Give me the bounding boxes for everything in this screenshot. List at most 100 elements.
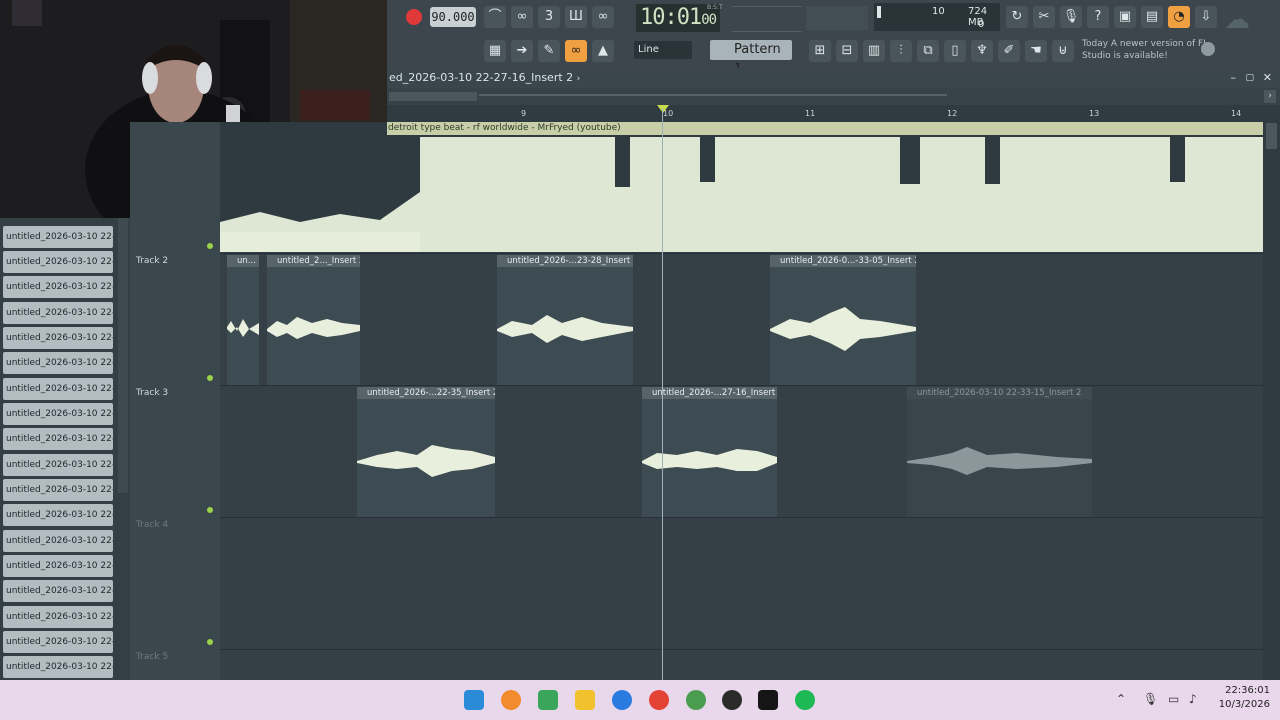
capcut-icon[interactable] (758, 690, 778, 710)
mixer-icon[interactable]: ⫶ (890, 40, 912, 62)
volume-icon[interactable]: ♪ (1189, 692, 1197, 706)
cart-icon[interactable]: ⊎ (1052, 40, 1074, 62)
fl-studio-app-icon[interactable] (501, 690, 521, 710)
picker-item[interactable]: untitled_2026-03-10 22-... (3, 251, 113, 273)
track-label-4[interactable]: Track 4 (136, 520, 168, 530)
track3-mute-icon[interactable] (207, 507, 213, 513)
network-icon[interactable]: ▭ (1168, 692, 1179, 706)
track-label-5[interactable]: Track 5 (136, 652, 168, 662)
tempo-display[interactable]: 90.000 (430, 7, 476, 27)
minimize-icon[interactable]: – (1231, 68, 1237, 88)
document-icon[interactable]: ▯ (944, 40, 966, 62)
picker-item[interactable]: untitled_2026-03-10 22-... (3, 606, 113, 628)
picker-item[interactable]: untitled_2026-03-10 22-... (3, 428, 113, 450)
live-icon[interactable]: ◔ (1168, 6, 1190, 28)
chrome-profile-icon[interactable] (686, 690, 706, 710)
browser-icon[interactable]: ⧉ (917, 40, 939, 62)
picker-item[interactable]: untitled_2026-03-10 22-... (3, 580, 113, 602)
picker-item[interactable]: untitled_2026-03-10 22-... (3, 454, 113, 476)
picker-item[interactable]: untitled_2026-03-10 22-... (3, 226, 113, 248)
snap-select[interactable]: Line (634, 41, 692, 59)
clip-waveform (497, 315, 633, 343)
audio-clip-t2b[interactable]: untitled_2..._Insert 2 (267, 255, 360, 385)
picker-item[interactable]: untitled_2026-03-10 22-... (3, 479, 113, 501)
scroll-thumb[interactable] (389, 92, 477, 101)
microphone-app-icon[interactable] (612, 690, 632, 710)
stamp-icon[interactable]: ▲ (592, 40, 614, 62)
playhead-marker-icon[interactable] (657, 105, 669, 113)
picker-item[interactable]: untitled_2026-03-10 22-... (3, 302, 113, 324)
audio-clip-beat[interactable] (220, 122, 1263, 252)
track1-mute-icon[interactable] (207, 243, 213, 249)
brush-icon[interactable]: ✐ (998, 40, 1020, 62)
link-icon[interactable]: ∞ (565, 40, 587, 62)
microphone-icon[interactable]: 🎙 (1060, 6, 1082, 28)
picker-item[interactable]: untitled_2026-03-10 22-... (3, 631, 113, 653)
plugin-icon[interactable]: ▤ (1141, 6, 1163, 28)
piano-icon[interactable]: ▥ (863, 40, 885, 62)
touch-icon[interactable]: ☚ (1025, 40, 1047, 62)
playlist-vertical-scrollbar[interactable] (1263, 105, 1280, 680)
plug-icon[interactable]: ♆ (971, 40, 993, 62)
playlist-grid[interactable]: un... untitled_2..._Insert 2 untitled_20… (220, 122, 1263, 680)
timeline-ruler[interactable]: 9 10 11 12 13 14 (387, 105, 1263, 122)
blend-notes-icon[interactable]: ∞ (592, 6, 614, 28)
help-icon[interactable]: ? (1087, 6, 1109, 28)
mic-tray-icon[interactable]: 🎙 (1143, 692, 1158, 706)
arrow-right-icon[interactable]: ➔ (511, 40, 533, 62)
playlist-horizontal-scrollbar[interactable]: › (387, 88, 1280, 105)
audio-clip-t2c[interactable]: untitled_2026-...23-28_Insert 2 (497, 255, 633, 385)
windows-start-icon[interactable] (464, 690, 484, 710)
track4-mute-icon[interactable] (207, 639, 213, 645)
channel-rack-icon[interactable]: ⊟ (836, 40, 858, 62)
playlist-title-bar[interactable]: ed_2026-03-10 22-27-16_Insert 2 › – ▢ ✕ (387, 68, 1280, 88)
obs-icon[interactable] (722, 690, 742, 710)
close-icon[interactable]: ✕ (1263, 68, 1272, 88)
spotify-icon[interactable] (795, 690, 815, 710)
track-label-3[interactable]: Track 3 (136, 388, 168, 398)
audio-clip-t3c-muted[interactable]: untitled_2026-03-10 22-33-15_Insert 2 (907, 387, 1092, 517)
master-volume-slider[interactable] (732, 6, 802, 32)
picker-item[interactable]: untitled_2026-03-10 22-... (3, 327, 113, 349)
picker-item[interactable]: untitled_2026-03-10 22-... (3, 530, 113, 552)
scroll-right-icon[interactable]: › (1264, 90, 1276, 103)
audio-clip-t3a[interactable]: untitled_2026-...22-35_Insert 2 (357, 387, 495, 517)
vscroll-thumb[interactable] (1266, 123, 1277, 149)
save-icon[interactable]: ▣ (1114, 6, 1136, 28)
picker-item[interactable]: untitled_2026-03-10 22-... (3, 504, 113, 526)
pencil-icon[interactable]: ✎ (538, 40, 560, 62)
picker-item[interactable]: untitled_2026-03-10 22-... (3, 378, 113, 400)
globe-icon[interactable] (1201, 42, 1215, 56)
undo-icon[interactable]: ↻ (1006, 6, 1028, 28)
picker-scrollbar[interactable] (118, 218, 128, 493)
download-icon[interactable]: ⇩ (1195, 6, 1217, 28)
wait-input-icon[interactable]: ∞ (511, 6, 533, 28)
chevron-up-icon[interactable]: ⌃ (1116, 692, 1126, 706)
picker-item[interactable]: untitled_2026-03-10 22-... (3, 352, 113, 374)
audio-clip-beat-title[interactable]: detroit type beat - rf worldwide - MrFry… (387, 122, 1263, 135)
metronome-icon[interactable]: ⌒ (484, 6, 506, 28)
countdown-icon[interactable]: 3 (538, 6, 560, 28)
time-format-label: B:S:T (707, 4, 723, 11)
track2-mute-icon[interactable] (207, 375, 213, 381)
picker-item[interactable]: untitled_2026-03-10 22-... (3, 276, 113, 298)
step-edit-icon[interactable]: Ш (565, 6, 587, 28)
taskbar-clock[interactable]: 22:36:01 10/3/2026 (1214, 684, 1270, 712)
audio-clip-t2a[interactable]: un... (227, 255, 259, 385)
playlist-icon[interactable]: ⊞ (809, 40, 831, 62)
google-drive-icon[interactable] (538, 690, 558, 710)
cut-icon[interactable]: ✂ (1033, 6, 1055, 28)
record-button[interactable] (406, 9, 422, 25)
track-label-2[interactable]: Track 2 (136, 256, 168, 266)
chrome-icon[interactable] (649, 690, 669, 710)
picker-item[interactable]: untitled_2026-03-10 22-... (3, 403, 113, 425)
clip-title: untitled_2026-...22-35_Insert 2 (357, 387, 495, 399)
piano-roll-icon[interactable]: ▦ (484, 40, 506, 62)
picker-item[interactable]: untitled_2026-03-10 22-... (3, 555, 113, 577)
picker-item[interactable]: untitled_2026-03-10 22-... (3, 656, 113, 678)
file-explorer-icon[interactable] (575, 690, 595, 710)
master-pitch-slider[interactable] (806, 6, 868, 30)
audio-clip-t2d[interactable]: untitled_2026-0...-33-05_Insert 2 (770, 255, 916, 385)
pattern-selector[interactable]: Pattern 1 (710, 40, 792, 77)
maximize-icon[interactable]: ▢ (1245, 68, 1254, 88)
